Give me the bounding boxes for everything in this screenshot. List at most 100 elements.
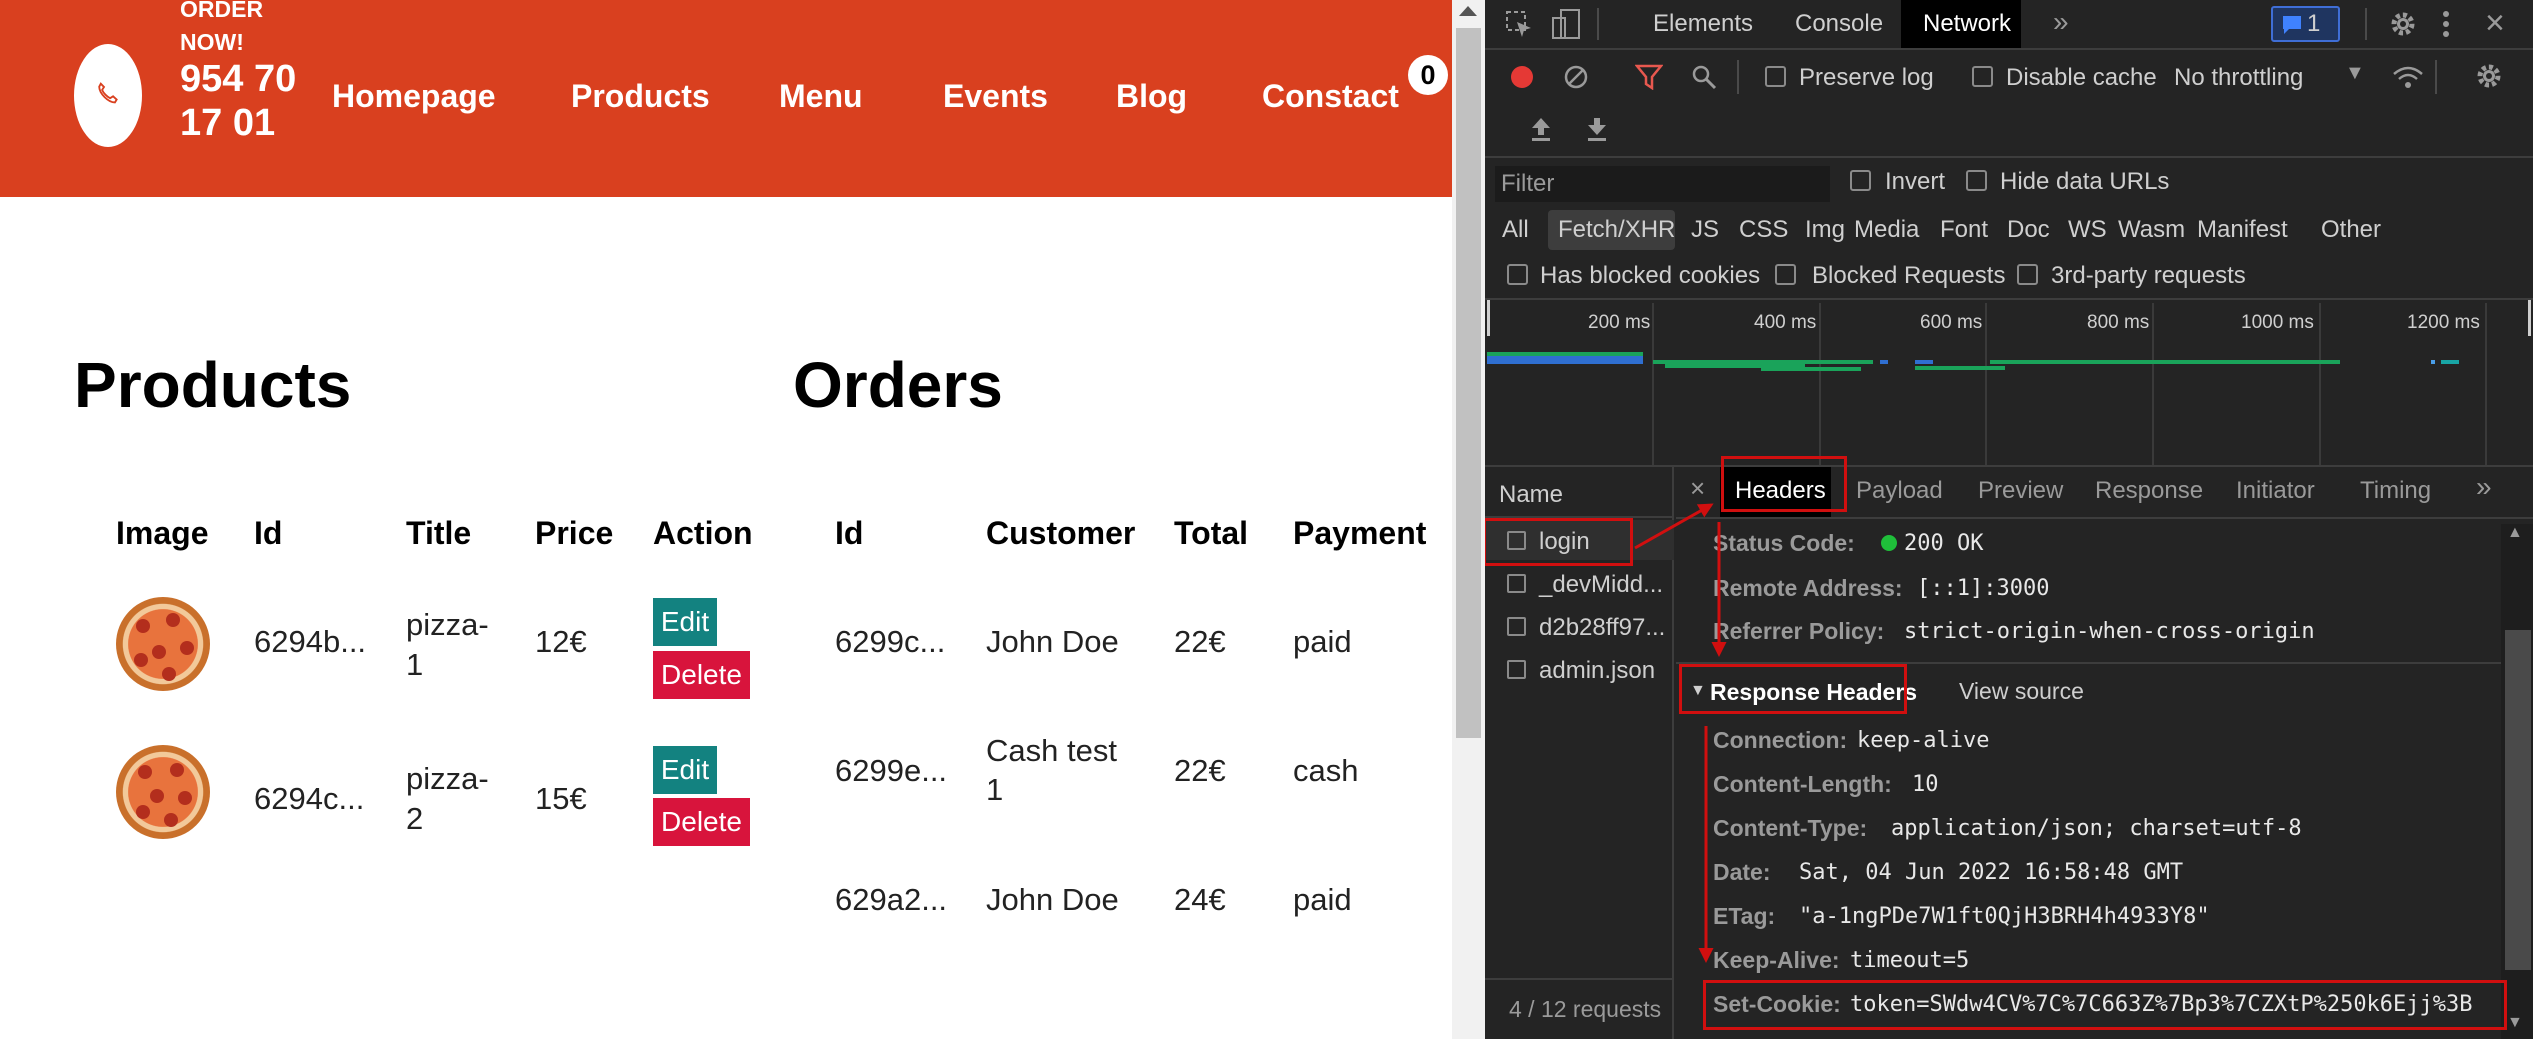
close-devtools-icon[interactable]: × (2485, 4, 2505, 43)
timeline-bar (2431, 360, 2435, 364)
type-filter-manifest[interactable]: Manifest (2197, 216, 2288, 244)
issues-badge[interactable]: 1 (2271, 6, 2340, 42)
product-title: pizza- (406, 607, 489, 642)
header-key: Content-Type: (1713, 815, 1868, 841)
header-key: Date: (1713, 859, 1771, 885)
delete-button[interactable]: Delete (653, 651, 750, 699)
timeline-bar (1880, 360, 1888, 364)
product-title-line2: 1 (406, 647, 424, 682)
divider (1485, 978, 1674, 980)
order-customer: John Doe (986, 882, 1119, 917)
tab-elements[interactable]: Elements (1653, 10, 1753, 38)
type-filter-wasm[interactable]: Wasm (2118, 216, 2185, 244)
search-icon[interactable] (1691, 64, 1717, 90)
tab-console[interactable]: Console (1795, 10, 1883, 38)
timeline-bar (1761, 367, 1861, 371)
timeline-bar (1915, 360, 1933, 364)
record-icon[interactable] (1509, 64, 1535, 90)
order-payment: paid (1293, 882, 1352, 917)
device-toolbar-icon[interactable] (1551, 8, 1581, 40)
col-header-action: Action (653, 515, 753, 551)
invert-checkbox[interactable] (1850, 170, 1871, 191)
inspect-element-icon[interactable] (1505, 10, 1533, 38)
type-filter-font[interactable]: Font (1940, 216, 1988, 244)
timeline-handle-right[interactable] (2528, 300, 2531, 336)
close-detail-icon[interactable]: × (1690, 473, 1705, 504)
timeline-handle-left[interactable] (1487, 300, 1490, 336)
header-value: 200 OK (1904, 531, 1984, 556)
type-filter-ws[interactable]: WS (2068, 216, 2107, 244)
import-har-upload-icon[interactable] (1529, 116, 1553, 142)
header-key: Remote Address: (1713, 575, 1903, 601)
blocked-requests-checkbox[interactable] (1775, 264, 1796, 285)
type-filter-fetch-xhr[interactable]: Fetch/XHR (1558, 216, 1675, 244)
header-key: Content-Length: (1713, 771, 1892, 797)
cart-count-badge[interactable]: 0 (1408, 55, 1448, 95)
header-value: Sat, 04 Jun 2022 16:58:48 GMT (1799, 860, 2184, 885)
timeline-gridline (2319, 303, 2321, 465)
tab-network[interactable]: Network (1923, 10, 2011, 38)
detail-tab-payload[interactable]: Payload (1856, 477, 1943, 505)
annotation-box-response-headers (1679, 664, 1907, 714)
type-filter-doc[interactable]: Doc (2007, 216, 2050, 244)
edit-button[interactable]: Edit (653, 598, 717, 646)
delete-button[interactable]: Delete (653, 798, 750, 846)
export-har-download-icon[interactable] (1585, 116, 1609, 142)
type-filter-css[interactable]: CSS (1739, 216, 1788, 244)
type-filter-js[interactable]: JS (1691, 216, 1719, 244)
more-detail-tabs-chevron-icon[interactable]: » (2476, 471, 2492, 503)
divider (1485, 156, 2533, 158)
request-admin-json[interactable]: admin.json (1539, 657, 1655, 685)
request-checkbox[interactable] (1507, 617, 1526, 636)
scroll-down-arrow-icon[interactable]: ▼ (2507, 1014, 2523, 1032)
nav-blog[interactable]: Blog (1116, 78, 1187, 115)
detail-tab-timing[interactable]: Timing (2360, 477, 2431, 505)
request-devmiddleware[interactable]: _devMidd... (1539, 571, 1663, 599)
header-value: 10 (1912, 772, 1939, 797)
has-blocked-cookies-checkbox[interactable] (1507, 264, 1528, 285)
scroll-up-arrow-icon[interactable] (1459, 6, 1477, 16)
preserve-log-checkbox[interactable] (1765, 66, 1786, 87)
nav-homepage[interactable]: Homepage (332, 78, 496, 115)
kebab-menu-icon[interactable] (2441, 10, 2451, 38)
product-price: 12€ (535, 624, 587, 659)
phone-icon-circle[interactable] (74, 44, 142, 147)
toolbar-divider (2435, 60, 2437, 94)
type-filter-img[interactable]: Img (1805, 216, 1845, 244)
throttling-select[interactable]: No throttling (2174, 64, 2303, 92)
nav-events[interactable]: Events (943, 78, 1048, 115)
filter-input[interactable] (1495, 166, 1830, 202)
network-conditions-wifi-icon[interactable] (2391, 64, 2425, 92)
request-checkbox[interactable] (1507, 574, 1526, 593)
product-id: 6294b... (254, 624, 367, 659)
detail-scrollbar-thumb[interactable] (2505, 630, 2531, 970)
third-party-requests-checkbox[interactable] (2017, 264, 2038, 285)
hide-data-urls-checkbox[interactable] (1966, 170, 1987, 191)
nav-products[interactable]: Products (571, 78, 710, 115)
nav-constact[interactable]: Constact (1262, 78, 1399, 115)
filter-funnel-icon[interactable] (1635, 64, 1663, 90)
throttling-dropdown-icon[interactable]: ▼ (2345, 62, 2365, 85)
detail-tab-initiator[interactable]: Initiator (2236, 477, 2315, 505)
clear-log-icon[interactable] (1563, 64, 1589, 90)
timeline-tick-label: 1200 ms (2407, 312, 2480, 333)
type-filter-all[interactable]: All (1502, 216, 1529, 244)
timeline-bar (2441, 360, 2459, 364)
request-checkbox[interactable] (1507, 660, 1526, 679)
more-tabs-chevron-icon[interactable]: » (2053, 6, 2069, 38)
nav-menu[interactable]: Menu (779, 78, 863, 115)
type-filter-media[interactable]: Media (1854, 216, 1919, 244)
scroll-up-arrow-icon[interactable]: ▲ (2507, 524, 2523, 542)
type-filter-other[interactable]: Other (2321, 216, 2381, 244)
page-scrollbar-thumb[interactable] (1456, 28, 1481, 738)
settings-gear-icon[interactable] (2389, 10, 2417, 38)
detail-tab-response[interactable]: Response (2095, 477, 2203, 505)
order-now-label: ORDER NOW! (180, 0, 264, 55)
detail-tab-preview[interactable]: Preview (1978, 477, 2063, 505)
network-settings-gear-icon[interactable] (2475, 62, 2503, 90)
disable-cache-checkbox[interactable] (1972, 66, 1993, 87)
edit-button[interactable]: Edit (653, 746, 717, 794)
request-d2b28ff97[interactable]: d2b28ff97... (1539, 614, 1665, 642)
view-source-link[interactable]: View source (1959, 678, 2084, 705)
name-column-header[interactable]: Name (1499, 481, 1563, 509)
